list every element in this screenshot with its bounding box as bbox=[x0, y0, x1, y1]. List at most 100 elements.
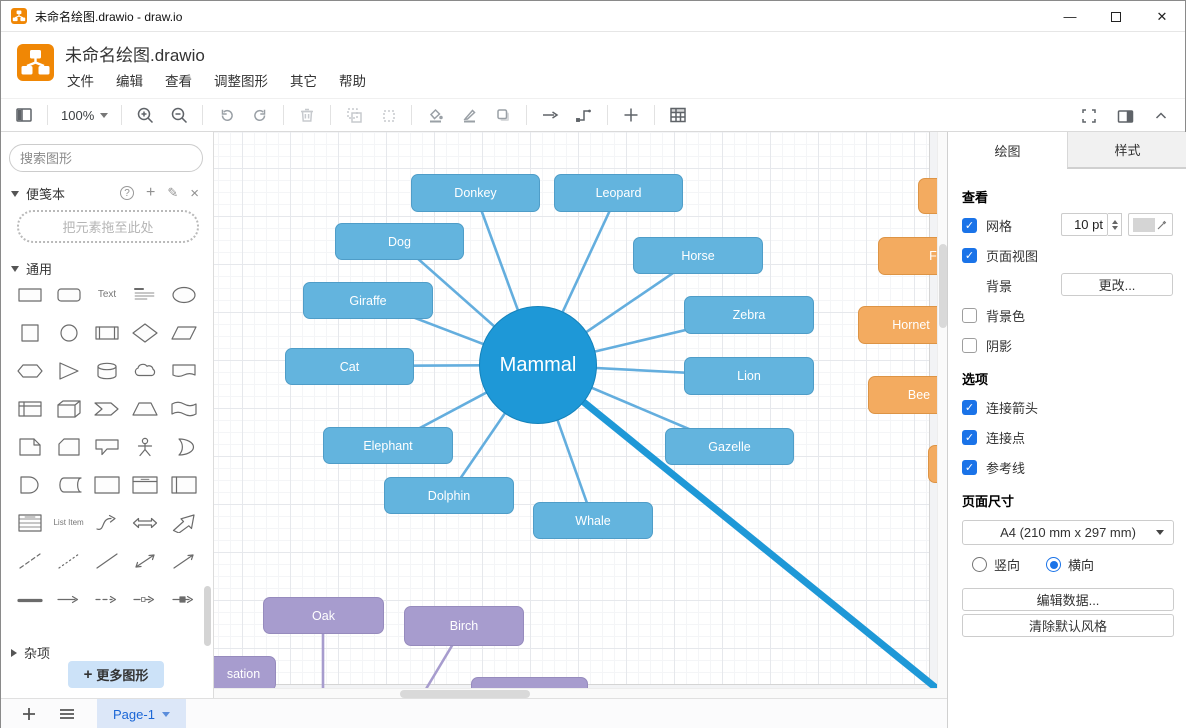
diagram-node-cat[interactable]: Cat bbox=[285, 348, 414, 385]
redo-icon[interactable] bbox=[250, 105, 270, 125]
more-shapes-button[interactable]: +更多图形 bbox=[68, 661, 164, 688]
shape-note[interactable] bbox=[11, 436, 49, 457]
shape-dashed-link[interactable] bbox=[88, 588, 126, 609]
scratchpad-dropzone[interactable]: 把元素拖至此处 bbox=[17, 210, 199, 243]
bg-color-checkbox[interactable] bbox=[962, 308, 977, 323]
page-size-select[interactable]: A4 (210 mm x 297 mm) bbox=[962, 520, 1174, 545]
shape-curve[interactable] bbox=[88, 512, 126, 533]
shape-container-title[interactable] bbox=[126, 474, 164, 495]
vscroll-thumb[interactable] bbox=[939, 244, 947, 328]
shape-dotted-line[interactable] bbox=[49, 550, 87, 571]
diagram-node-giraffe[interactable]: Giraffe bbox=[303, 282, 433, 319]
waypoint-connector-icon[interactable] bbox=[574, 105, 594, 125]
clear-default-style-button[interactable]: 清除默认风格 bbox=[962, 614, 1174, 637]
misc-section[interactable]: 杂项 bbox=[11, 643, 50, 662]
line-color-icon[interactable] bbox=[459, 105, 479, 125]
shape-diamond[interactable] bbox=[126, 322, 164, 343]
shape-arrow[interactable] bbox=[165, 512, 203, 533]
shape-link[interactable] bbox=[11, 588, 49, 609]
diagram-node-mammal-center[interactable]: Mammal bbox=[479, 306, 597, 424]
diagram-node-gazelle[interactable]: Gazelle bbox=[665, 428, 794, 465]
help-icon[interactable]: ? bbox=[120, 186, 134, 200]
shape-card[interactable] bbox=[49, 436, 87, 457]
table-icon[interactable] bbox=[668, 105, 688, 125]
shape-vertical-container[interactable] bbox=[165, 474, 203, 495]
shape-dashed-line[interactable] bbox=[11, 550, 49, 571]
shape-labeled-link[interactable] bbox=[126, 588, 164, 609]
shape-rounded-rectangle[interactable] bbox=[49, 284, 87, 305]
shape-ellipse[interactable] bbox=[165, 284, 203, 305]
minimize-button[interactable]: — bbox=[1047, 1, 1093, 32]
edit-pencil-icon[interactable]: ✎ bbox=[167, 185, 178, 201]
diagram-node-sation[interactable]: sation bbox=[214, 656, 276, 691]
shape-search[interactable] bbox=[9, 144, 203, 172]
format-panel-toggle-icon[interactable] bbox=[1115, 106, 1135, 126]
diagram-node-donkey[interactable]: Donkey bbox=[411, 174, 540, 212]
menu-view[interactable]: 查看 bbox=[165, 70, 192, 90]
pages-menu-icon[interactable] bbox=[57, 704, 77, 724]
shape-step[interactable] bbox=[88, 398, 126, 419]
menu-edit[interactable]: 编辑 bbox=[116, 70, 143, 90]
diagram-node-whale[interactable]: Whale bbox=[533, 502, 653, 539]
shape-callout[interactable] bbox=[88, 436, 126, 457]
shape-process[interactable] bbox=[88, 322, 126, 343]
sidebar-scrollbar[interactable] bbox=[204, 586, 211, 646]
shape-circle[interactable] bbox=[49, 322, 87, 343]
diagram-node-horse[interactable]: Horse bbox=[633, 237, 763, 274]
general-section[interactable]: 通用 bbox=[11, 259, 52, 278]
undo-icon[interactable] bbox=[216, 105, 236, 125]
shape-cloud[interactable] bbox=[126, 360, 164, 381]
shape-data-storage[interactable] bbox=[49, 474, 87, 495]
tab-diagram[interactable]: 绘图 bbox=[948, 132, 1067, 169]
shape-tape[interactable] bbox=[165, 398, 203, 419]
diagram-node-oak[interactable]: Oak bbox=[263, 597, 384, 634]
shape-trapezoid[interactable] bbox=[126, 398, 164, 419]
page-tab[interactable]: Page-1 bbox=[97, 699, 186, 728]
shape-text[interactable]: Text bbox=[88, 284, 126, 305]
shadow-checkbox[interactable] bbox=[962, 338, 977, 353]
zoom-out-icon[interactable] bbox=[169, 105, 189, 125]
shape-actor[interactable] bbox=[126, 436, 164, 457]
zoom-in-icon[interactable] bbox=[135, 105, 155, 125]
hscroll-thumb[interactable] bbox=[400, 690, 530, 698]
shape-and[interactable] bbox=[11, 474, 49, 495]
shape-annotated-link[interactable] bbox=[165, 588, 203, 609]
shape-document[interactable] bbox=[165, 360, 203, 381]
grid-size-input[interactable]: 10 pt bbox=[1061, 213, 1108, 236]
shape-triangle[interactable] bbox=[49, 360, 87, 381]
shape-hexagon[interactable] bbox=[11, 360, 49, 381]
guides-checkbox[interactable]: ✓ bbox=[962, 460, 977, 475]
landscape-radio[interactable]: 横向 bbox=[1046, 555, 1094, 574]
menu-extras[interactable]: 其它 bbox=[290, 70, 317, 90]
close-button[interactable]: ✕ bbox=[1139, 1, 1185, 32]
shape-arrow-link[interactable] bbox=[49, 588, 87, 609]
maximize-button[interactable] bbox=[1093, 1, 1139, 32]
shape-cube[interactable] bbox=[49, 398, 87, 419]
scratchpad-section[interactable]: 便笺本 bbox=[11, 184, 65, 203]
shape-square[interactable] bbox=[11, 322, 49, 343]
diagram-canvas[interactable]: DonkeyLeopardDogHorseGiraffeZebraCatLion… bbox=[214, 132, 947, 698]
diagram-node-dog[interactable]: Dog bbox=[335, 223, 464, 260]
zoom-select[interactable]: 100% bbox=[61, 108, 108, 123]
shape-heading[interactable] bbox=[126, 284, 164, 305]
diagram-node-birch[interactable]: Birch bbox=[404, 606, 524, 646]
edit-data-button[interactable]: 编辑数据... bbox=[962, 588, 1174, 611]
grid-checkbox[interactable]: ✓ bbox=[962, 218, 977, 233]
connection-arrows-checkbox[interactable]: ✓ bbox=[962, 400, 977, 415]
shape-bidirectional-connector[interactable] bbox=[126, 550, 164, 571]
shape-list-item[interactable]: List Item bbox=[49, 512, 87, 533]
fill-color-icon[interactable] bbox=[425, 105, 445, 125]
collapse-toolbar-icon[interactable] bbox=[1151, 106, 1171, 126]
add-icon[interactable]: + bbox=[146, 184, 155, 202]
portrait-radio[interactable]: 竖向 bbox=[972, 555, 1020, 574]
diagram-node-zebra[interactable]: Zebra bbox=[684, 296, 814, 334]
shape-cylinder[interactable] bbox=[88, 360, 126, 381]
fullscreen-icon[interactable] bbox=[1079, 106, 1099, 126]
diagram-node-lion[interactable]: Lion bbox=[684, 357, 814, 395]
change-background-button[interactable]: 更改... bbox=[1061, 273, 1173, 296]
page-view-checkbox[interactable]: ✓ bbox=[962, 248, 977, 263]
menu-file[interactable]: 文件 bbox=[67, 70, 94, 90]
shadow-icon[interactable] bbox=[493, 105, 513, 125]
diagram-node-bee[interactable]: Bee bbox=[868, 376, 947, 414]
toggle-panel-icon[interactable] bbox=[14, 105, 34, 125]
